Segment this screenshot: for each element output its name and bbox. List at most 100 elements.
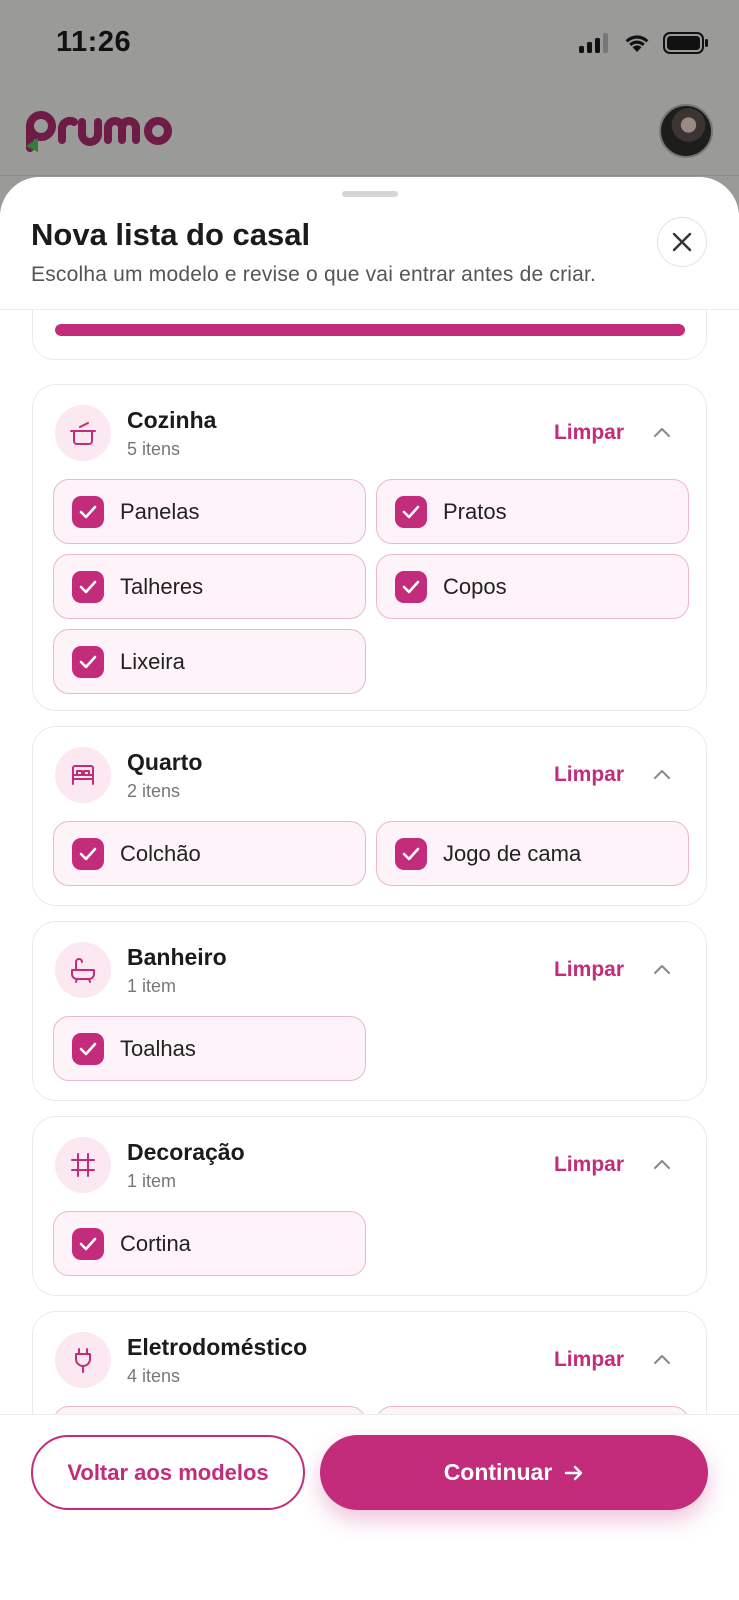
item-chip[interactable]: Copos [376, 554, 689, 619]
category-name: Banheiro [127, 944, 227, 970]
check-icon [79, 505, 97, 519]
frame-icon [71, 1153, 95, 1177]
category-items: Colchão Jogo de cama [53, 821, 689, 886]
item-label: Colchão [120, 841, 201, 866]
back-to-templates-button[interactable]: Voltar aos modelos [31, 1435, 305, 1510]
new-list-sheet: Nova lista do casal Escolha um modelo e … [0, 177, 739, 1600]
chevron-up-icon[interactable] [652, 767, 672, 781]
item-chip[interactable]: Lixeira [53, 629, 366, 694]
category-name: Quarto [127, 749, 203, 775]
plug-icon [75, 1348, 91, 1373]
sheet-subtitle: Escolha um modelo e revise o que vai ent… [31, 263, 597, 286]
category-icon-wrap [55, 942, 111, 998]
screen: 11:26 Nova lista do casal Escolha um mod… [0, 0, 739, 1600]
category-count: 4 itens [127, 1366, 181, 1386]
categories-scroll[interactable]: Cozinha 5 itens Limpar Panelas Pratos Ta… [0, 310, 739, 1420]
item-chip[interactable]: Talheres [53, 554, 366, 619]
category-card-eletrodomestico: Eletrodoméstico 4 itens Limpar [32, 1311, 707, 1420]
check-icon [79, 1237, 97, 1251]
item-label: Toalhas [120, 1036, 196, 1061]
category-card-quarto: Quarto 2 itens Limpar Colchão Jogo de ca… [32, 726, 707, 906]
item-label: Copos [443, 574, 507, 599]
chevron-up-icon[interactable] [652, 962, 672, 976]
close-button[interactable] [657, 217, 707, 267]
item-chip[interactable]: Panelas [53, 479, 366, 544]
category-items: Panelas Pratos Talheres Copos Lixeira [53, 479, 689, 694]
category-name: Cozinha [127, 407, 217, 433]
clear-button[interactable]: Limpar [554, 763, 624, 787]
category-name: Decoração [127, 1139, 245, 1165]
category-items: Toalhas [53, 1016, 687, 1081]
category-card-decoracao: Decoração 1 item Limpar Cortina [32, 1116, 707, 1296]
checkbox-checked[interactable] [395, 496, 427, 528]
item-chip[interactable]: Jogo de cama [376, 821, 689, 886]
item-label: Jogo de cama [443, 841, 582, 866]
sheet-header: Nova lista do casal Escolha um modelo e … [0, 177, 739, 310]
category-card-banheiro: Banheiro 1 item Limpar Toalhas [32, 921, 707, 1101]
close-icon [672, 232, 692, 252]
item-label: Cortina [120, 1231, 191, 1256]
category-name: Eletrodoméstico [127, 1334, 308, 1360]
category-icon-wrap [55, 405, 111, 461]
category-count: 2 itens [127, 781, 181, 801]
item-chip[interactable]: Toalhas [53, 1016, 366, 1081]
checkbox-checked[interactable] [72, 496, 104, 528]
category-icon-wrap [55, 747, 111, 803]
checkbox-checked[interactable] [72, 646, 104, 678]
arrow-right-icon [565, 1465, 583, 1480]
battery-icon [663, 32, 708, 54]
status-icons [579, 32, 709, 54]
status-bar: 11:26 [0, 0, 739, 90]
chevron-up-icon[interactable] [652, 1157, 672, 1171]
sheet-title: Nova lista do casal [31, 217, 311, 252]
clear-button[interactable]: Limpar [554, 421, 624, 445]
check-icon [79, 580, 97, 594]
progress-fill [55, 324, 685, 336]
prumo-logo[interactable] [24, 104, 184, 154]
checkbox-checked[interactable] [72, 838, 104, 870]
progress-card [32, 310, 707, 360]
check-icon [402, 580, 420, 594]
checkbox-checked[interactable] [395, 838, 427, 870]
clear-button[interactable]: Limpar [554, 1153, 624, 1177]
item-label: Pratos [443, 499, 507, 524]
category-icon-wrap [55, 1332, 111, 1388]
continue-label: Continuar [443, 1459, 553, 1485]
item-chip[interactable]: Colchão [53, 821, 366, 886]
category-card-cozinha: Cozinha 5 itens Limpar Panelas Pratos Ta… [32, 384, 707, 711]
category-items: Cortina [53, 1211, 687, 1276]
user-avatar[interactable] [659, 104, 713, 158]
checkbox-checked[interactable] [72, 1033, 104, 1065]
signal-icon [579, 33, 608, 53]
category-count: 1 item [127, 1171, 177, 1191]
checkbox-checked[interactable] [72, 1228, 104, 1260]
item-chip[interactable]: Cortina [53, 1211, 366, 1276]
bathtub-icon [71, 958, 95, 983]
category-count: 5 itens [127, 439, 181, 459]
item-chip[interactable]: Pratos [376, 479, 689, 544]
bed-icon [72, 765, 94, 785]
check-icon [79, 847, 97, 861]
clear-button[interactable]: Limpar [554, 1348, 624, 1372]
check-icon [402, 505, 420, 519]
category-count: 1 item [127, 976, 177, 996]
bottom-action-bar: Voltar aos modelos Continuar [0, 1414, 739, 1600]
item-label: Lixeira [120, 649, 185, 674]
checkbox-checked[interactable] [395, 571, 427, 603]
continue-button[interactable]: Continuar [320, 1435, 708, 1510]
wifi-icon [625, 35, 649, 52]
status-time: 11:26 [56, 26, 132, 58]
chevron-up-icon[interactable] [652, 425, 672, 439]
check-icon [79, 1042, 97, 1056]
item-label: Talheres [120, 574, 204, 599]
pot-icon [70, 422, 96, 445]
clear-button[interactable]: Limpar [554, 958, 624, 982]
checkbox-checked[interactable] [72, 571, 104, 603]
item-label: Panelas [120, 499, 200, 524]
check-icon [402, 847, 420, 861]
check-icon [79, 655, 97, 669]
app-header [0, 92, 739, 176]
chevron-up-icon[interactable] [652, 1352, 672, 1366]
category-icon-wrap [55, 1137, 111, 1193]
sheet-grabber[interactable] [342, 191, 398, 197]
